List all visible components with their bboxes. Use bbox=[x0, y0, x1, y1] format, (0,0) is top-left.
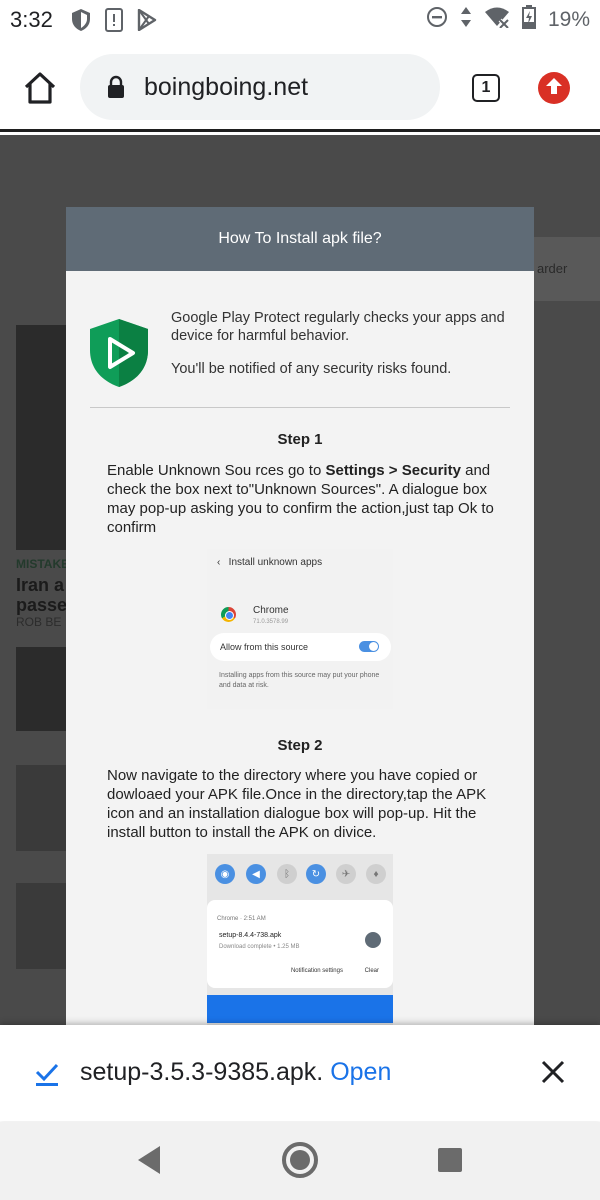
dnd-icon bbox=[426, 6, 448, 34]
step2-text: Now navigate to the directory where you … bbox=[107, 767, 487, 841]
play-protect-line-2: You'll be notified of any security risks… bbox=[171, 361, 452, 377]
step1-text-bold: Settings > Security bbox=[325, 462, 461, 479]
url-text: boingboing.net bbox=[144, 72, 309, 101]
battery-percent: 19% bbox=[547, 8, 590, 31]
url-bar[interactable]: boingboing.net bbox=[80, 54, 440, 120]
flashlight-toggle-icon: ♦ bbox=[366, 864, 386, 884]
shot1-title-text: Install unknown apps bbox=[228, 557, 323, 568]
lock-icon bbox=[106, 75, 126, 99]
wifi-toggle-icon: ◉ bbox=[215, 864, 235, 884]
step1-text: Enable Unknown Sou rces go to Settings >… bbox=[107, 461, 517, 537]
arrow-up-icon bbox=[545, 76, 563, 101]
shot1-allow-label: Allow from this source bbox=[220, 642, 309, 652]
alert-icon bbox=[104, 8, 123, 32]
shot1-title: ‹ Install unknown apps bbox=[217, 557, 323, 568]
back-icon[interactable] bbox=[134, 1142, 164, 1183]
dialog-divider bbox=[90, 407, 510, 408]
download-text: setup-3.5.3-9385.apk. Open bbox=[80, 1058, 391, 1087]
bg-headline-1: Iran a bbox=[16, 575, 65, 595]
step1-text-a: Enable Unknown Sou rces go to bbox=[107, 462, 326, 479]
battery-icon bbox=[521, 5, 536, 35]
step2-screenshot: ◉ ◀ ᛒ ↻ ✈ ♦ Chrome · 2:51 AM setup-8.4.4… bbox=[207, 854, 393, 1025]
home-icon[interactable] bbox=[22, 70, 58, 106]
rotate-toggle-icon: ↻ bbox=[306, 864, 326, 884]
bg-image-1 bbox=[16, 325, 66, 550]
chrome-icon bbox=[221, 607, 236, 622]
step1-screenshot: ‹ Install unknown apps Chrome 71.0.3578.… bbox=[207, 549, 393, 709]
sound-toggle-icon: ◀ bbox=[246, 864, 266, 884]
notif-file: setup-8.4.4-738.apk bbox=[219, 932, 282, 939]
wifi-off-icon bbox=[484, 6, 510, 34]
bg-image-3 bbox=[16, 765, 66, 851]
download-infobar: setup-3.5.3-9385.apk. Open bbox=[0, 1025, 600, 1121]
data-arrows-icon bbox=[460, 6, 472, 34]
system-nav-bar bbox=[0, 1122, 600, 1200]
bg-byline: ROB BE bbox=[16, 615, 62, 629]
notif-sub: Download complete • 1.25 MB bbox=[219, 944, 300, 950]
airplane-toggle-icon: ✈ bbox=[336, 864, 356, 884]
shot2-blue-bar bbox=[207, 995, 393, 1023]
dialog-header: How To Install apk file? bbox=[66, 207, 534, 271]
shot1-toggle-icon bbox=[359, 641, 379, 652]
browser-toolbar: boingboing.net 1 bbox=[0, 40, 600, 132]
download-filename: setup-3.5.3-9385.apk. bbox=[80, 1058, 324, 1086]
shot1-allow-row: Allow from this source bbox=[210, 633, 391, 661]
play-protect-shield-icon bbox=[88, 317, 150, 389]
update-menu-button[interactable] bbox=[538, 72, 570, 104]
open-download-link[interactable]: Open bbox=[330, 1058, 391, 1086]
bg-ad-text: arder bbox=[537, 261, 568, 276]
download-complete-icon bbox=[34, 1061, 60, 1087]
notif-clear: Clear bbox=[364, 968, 379, 974]
web-page-background: arder MISTAKE Iran a passe ROB BE How To… bbox=[0, 135, 600, 1025]
bg-image-4 bbox=[16, 883, 66, 969]
step1-title: Step 1 bbox=[277, 431, 323, 448]
shot1-note: Installing apps from this source may put… bbox=[219, 672, 380, 689]
status-time: 3:32 bbox=[10, 7, 53, 32]
notif-download-icon bbox=[365, 932, 381, 948]
play-protect-line-1: Google Play Protect regularly checks you… bbox=[171, 310, 505, 344]
bluetooth-toggle-icon: ᛒ bbox=[277, 864, 297, 884]
play-protect-text: Google Play Protect regularly checks you… bbox=[171, 309, 511, 378]
notif-actions: Notification settings Clear bbox=[291, 968, 379, 974]
status-bar: 3:32 19% bbox=[0, 0, 600, 40]
shot1-app-name: Chrome bbox=[253, 605, 289, 616]
download-notification: Chrome · 2:51 AM setup-8.4.4-738.apk Dow… bbox=[207, 900, 393, 988]
dialog-title: How To Install apk file? bbox=[218, 230, 382, 247]
recents-icon[interactable] bbox=[436, 1146, 464, 1179]
tab-switcher-button[interactable]: 1 bbox=[472, 74, 500, 102]
install-apk-dialog: How To Install apk file? Google Play Pro… bbox=[66, 207, 534, 1025]
notif-settings: Notification settings bbox=[290, 968, 343, 974]
step2-title: Step 2 bbox=[277, 737, 323, 754]
home-nav-icon[interactable] bbox=[280, 1140, 320, 1185]
bg-headline-2: passe bbox=[16, 595, 68, 615]
shot1-app-version: 71.0.3578.99 bbox=[253, 619, 289, 625]
bg-image-2 bbox=[16, 647, 66, 731]
shield-icon bbox=[71, 8, 91, 32]
play-store-icon bbox=[137, 9, 157, 31]
bg-tag: MISTAKE bbox=[16, 557, 70, 571]
close-icon[interactable] bbox=[540, 1059, 566, 1085]
notif-source: Chrome · 2:51 AM bbox=[217, 916, 266, 922]
